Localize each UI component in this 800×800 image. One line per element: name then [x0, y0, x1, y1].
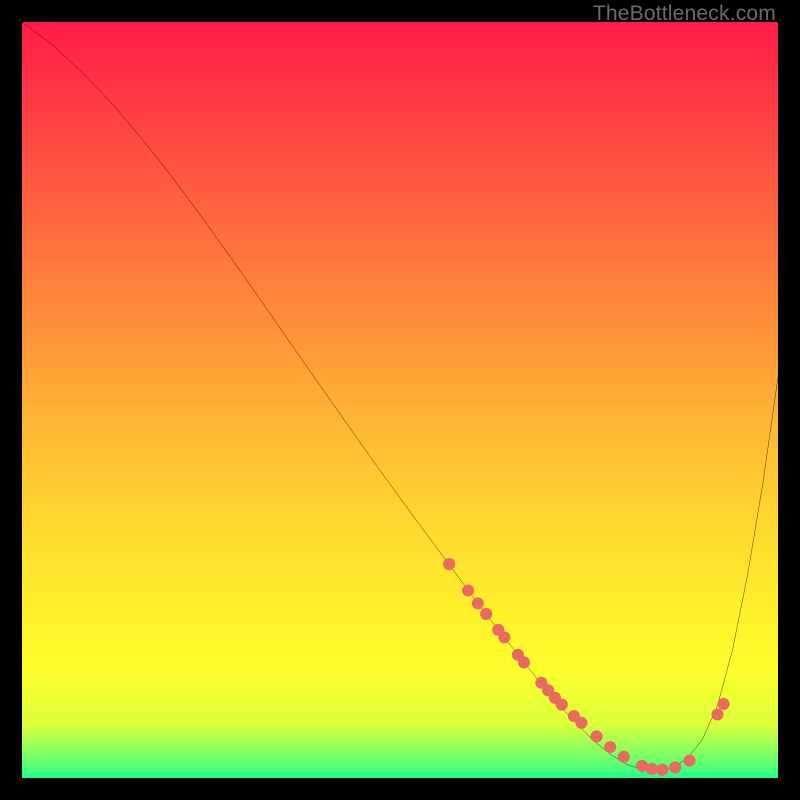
highlight-dot	[462, 584, 474, 596]
highlight-dot	[718, 698, 730, 710]
highlight-dot	[618, 751, 630, 763]
highlight-dots	[443, 558, 730, 776]
highlight-dot	[443, 558, 455, 570]
highlight-dot	[518, 656, 530, 668]
highlight-dot	[711, 708, 723, 720]
highlight-dot	[472, 597, 484, 609]
highlight-dot	[656, 764, 668, 776]
highlight-dot	[669, 761, 681, 773]
highlight-dot	[498, 631, 510, 643]
highlight-dot	[591, 730, 603, 742]
highlight-dot	[604, 741, 616, 753]
plot-area	[22, 22, 778, 778]
bottleneck-curve	[22, 22, 778, 771]
highlight-dot	[646, 763, 658, 775]
highlight-dot	[575, 717, 587, 729]
curve-layer	[22, 22, 778, 778]
highlight-dot	[556, 699, 568, 711]
chart-stage: TheBottleneck.com	[0, 0, 800, 800]
highlight-dot	[480, 608, 492, 620]
highlight-dot	[684, 755, 696, 767]
